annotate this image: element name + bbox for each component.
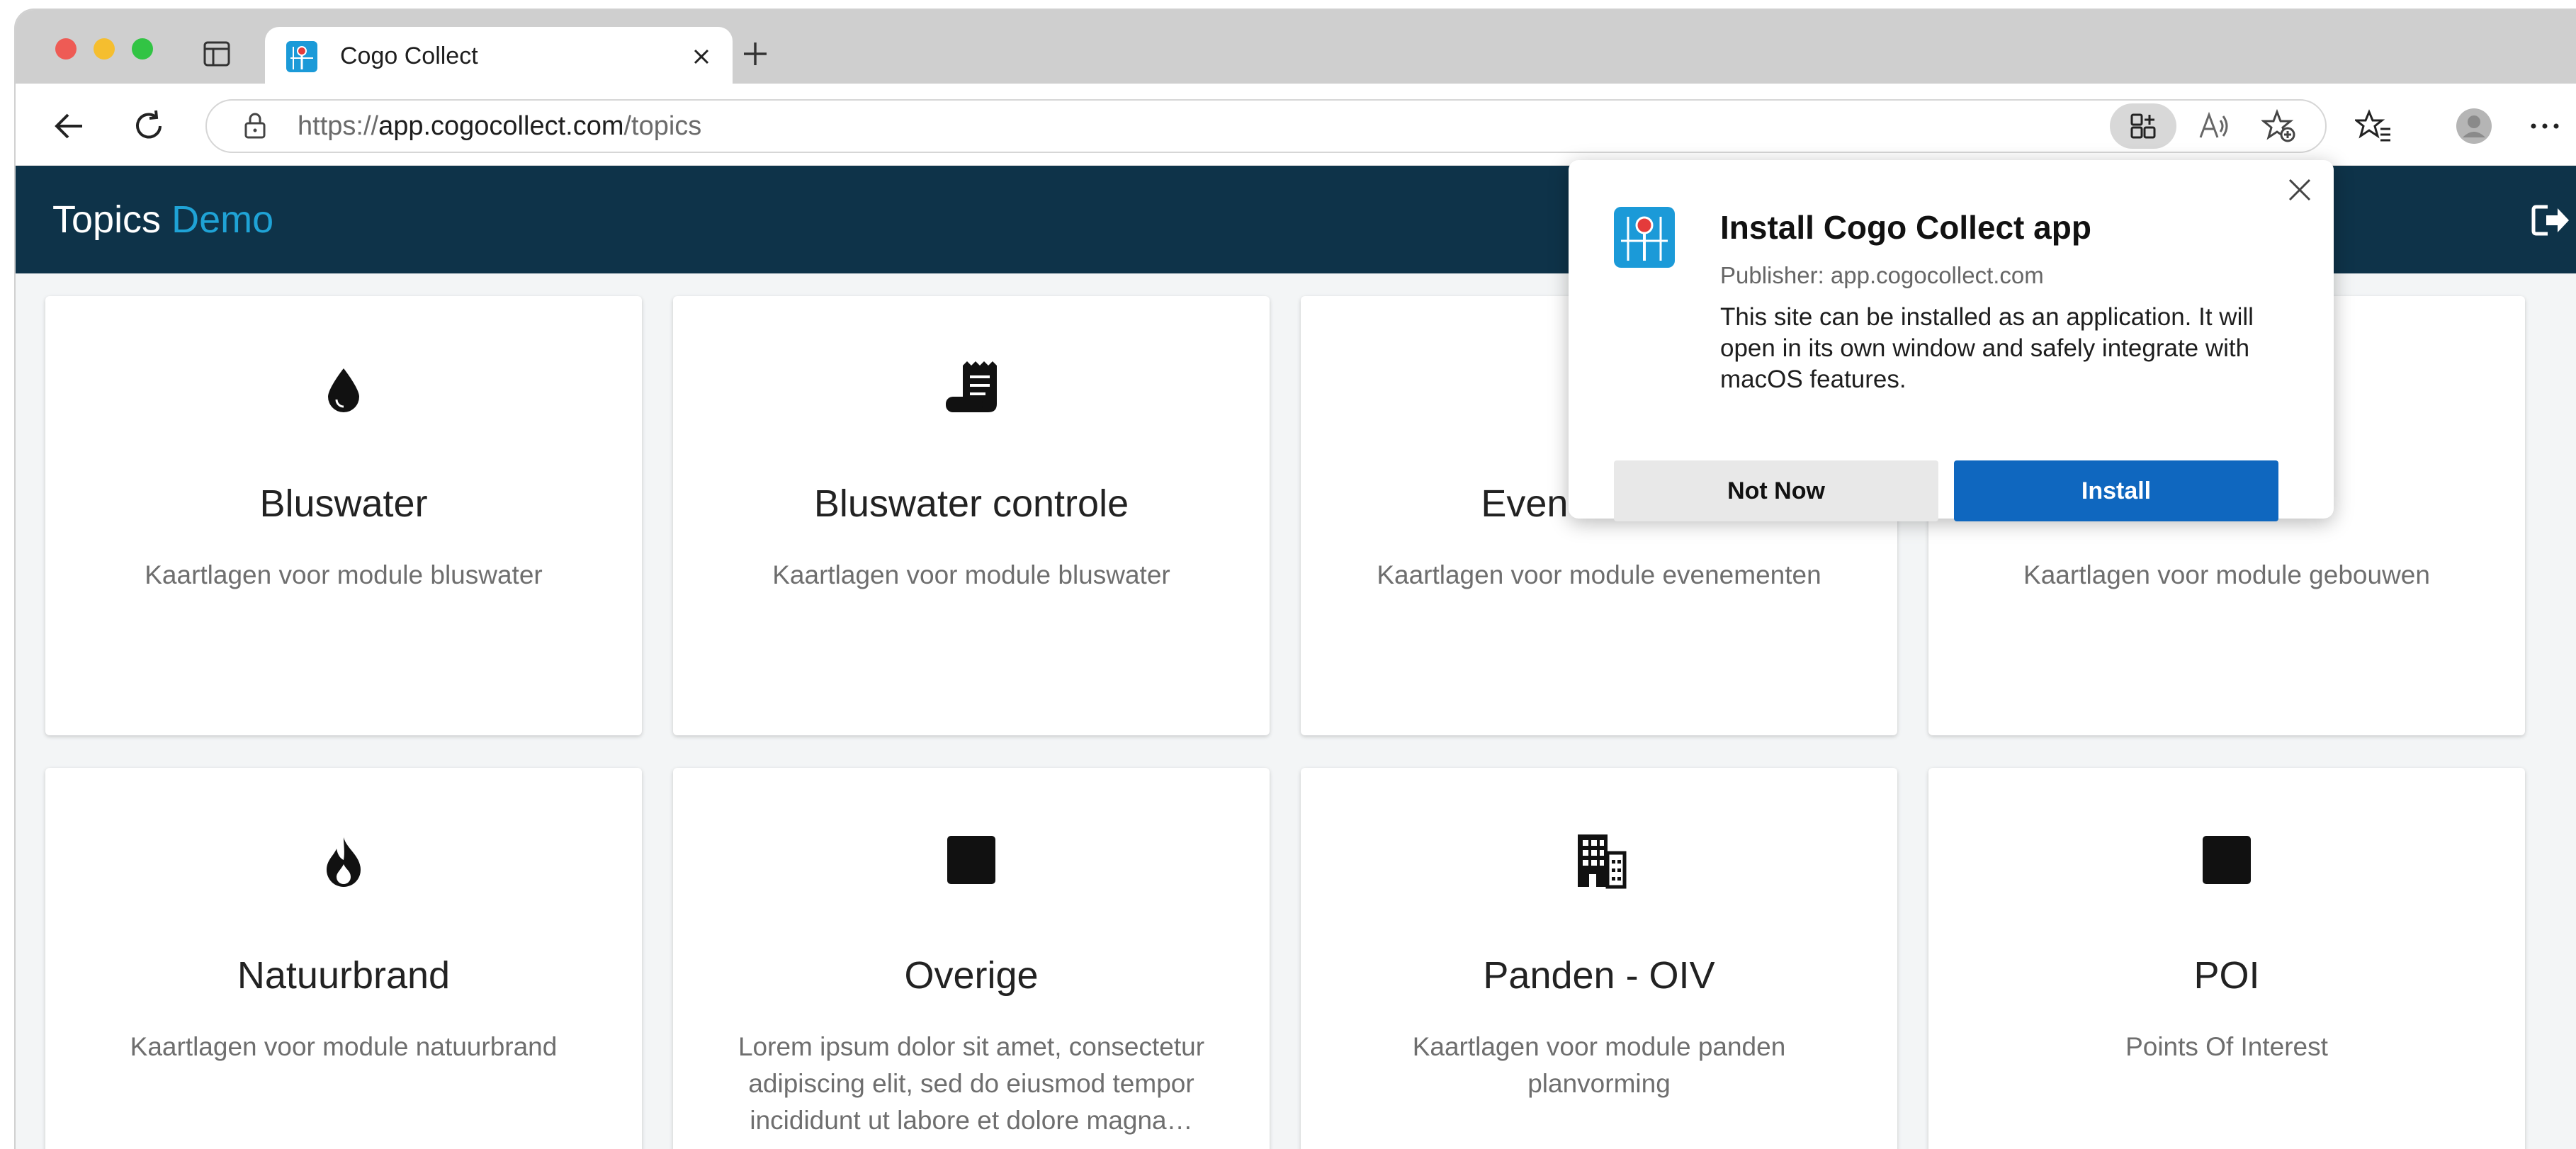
scroll-icon (946, 361, 997, 412)
profile-avatar-icon[interactable] (2456, 108, 2492, 145)
dialog-body: This site can be installed as an applica… (1720, 303, 2254, 393)
card-description: Kaartlagen voor module gebouwen (2023, 560, 2430, 589)
url-host: app.cogocollect.com (378, 111, 624, 141)
install-button[interactable]: Install (1954, 460, 2278, 521)
topic-card-overige[interactable]: Overige Lorem ipsum dolor sit amet, cons… (673, 768, 1270, 1149)
topic-card-natuurbrand[interactable]: Natuurbrand Kaartlagen voor module natuu… (45, 768, 642, 1149)
card-description: Points Of Interest (2125, 1032, 2328, 1061)
app-available-button[interactable] (2110, 103, 2176, 149)
topic-card-poi[interactable]: POI Points Of Interest (1928, 768, 2525, 1149)
tab-title: Cogo Collect (340, 43, 478, 69)
card-title: Bluswater (259, 482, 428, 525)
active-tab[interactable]: Cogo Collect (265, 27, 733, 85)
topic-card-bluswater[interactable]: Bluswater Kaartlagen voor module bluswat… (45, 296, 642, 735)
reload-icon[interactable] (130, 108, 167, 145)
topic-card-panden-oiv[interactable]: Panden - OIV Kaartlagen voor module pand… (1301, 768, 1897, 1149)
card-description: Lorem ipsum dolor sit amet, consectetur … (738, 1032, 1205, 1135)
dialog-title: Install Cogo Collect app (1720, 209, 2091, 246)
app-install-icon (2130, 113, 2156, 139)
card-description: Kaartlagen voor module natuurbrand (130, 1032, 558, 1061)
page-title: Topics Demo (52, 166, 273, 273)
page-title-accent: Demo (171, 198, 274, 241)
close-icon[interactable] (2284, 174, 2315, 205)
url-scheme: https:// (298, 111, 379, 141)
card-title: Natuurbrand (237, 954, 451, 997)
url-text[interactable]: https://app.cogocollect.com/topics (298, 101, 701, 152)
close-tab-icon[interactable] (686, 41, 717, 72)
cogo-collect-logo-icon (1614, 207, 1675, 268)
square-icon (947, 836, 995, 884)
url-path: /topics (623, 111, 702, 141)
page-title-main: Topics (52, 198, 162, 241)
topic-card-bluswater-controle[interactable]: Bluswater controle Kaartlagen voor modul… (673, 296, 1270, 735)
card-description: Kaartlagen voor module bluswater (145, 560, 543, 589)
card-title: Panden - OIV (1483, 954, 1715, 997)
tab-actions-icon[interactable] (201, 38, 232, 69)
building-icon (1578, 834, 1627, 889)
card-title: Bluswater controle (813, 482, 1129, 525)
lock-icon[interactable] (239, 111, 271, 142)
more-options-icon[interactable] (2526, 108, 2563, 145)
not-now-button[interactable]: Not Now (1614, 460, 1938, 521)
dialog-publisher: Publisher: app.cogocollect.com (1720, 262, 2044, 288)
minimize-window-button[interactable] (94, 38, 115, 60)
address-bar[interactable]: https://app.cogocollect.com/topics (205, 99, 2327, 153)
square-icon (2203, 836, 2251, 884)
card-description: Kaartlagen voor module evenementen (1377, 560, 1821, 589)
install-app-dialog: Install Cogo Collect app Publisher: app.… (1569, 160, 2334, 521)
add-favorite-icon[interactable] (2261, 109, 2295, 143)
fire-icon (327, 837, 361, 887)
card-title: POI (2193, 954, 2260, 997)
card-description: Kaartlagen voor module bluswater (772, 560, 1170, 589)
tab-strip: Cogo Collect (16, 10, 2576, 85)
maximize-window-button[interactable] (132, 38, 153, 60)
back-arrow-icon[interactable] (51, 108, 88, 145)
close-window-button[interactable] (55, 38, 77, 60)
cogo-collect-favicon (286, 41, 317, 72)
card-description: Kaartlagen voor module panden planvormin… (1412, 1032, 1786, 1098)
card-title: Overige (904, 954, 1039, 997)
browser-window: Cogo Collect https://app.cogocollect.com… (16, 10, 2576, 1149)
browser-toolbar: https://app.cogocollect.com/topics (16, 84, 2576, 166)
logout-icon[interactable] (2529, 203, 2572, 238)
read-aloud-icon[interactable] (2196, 109, 2230, 143)
favorites-icon[interactable] (2355, 108, 2392, 145)
water-drop-icon (328, 368, 359, 412)
new-tab-icon[interactable] (735, 34, 775, 74)
